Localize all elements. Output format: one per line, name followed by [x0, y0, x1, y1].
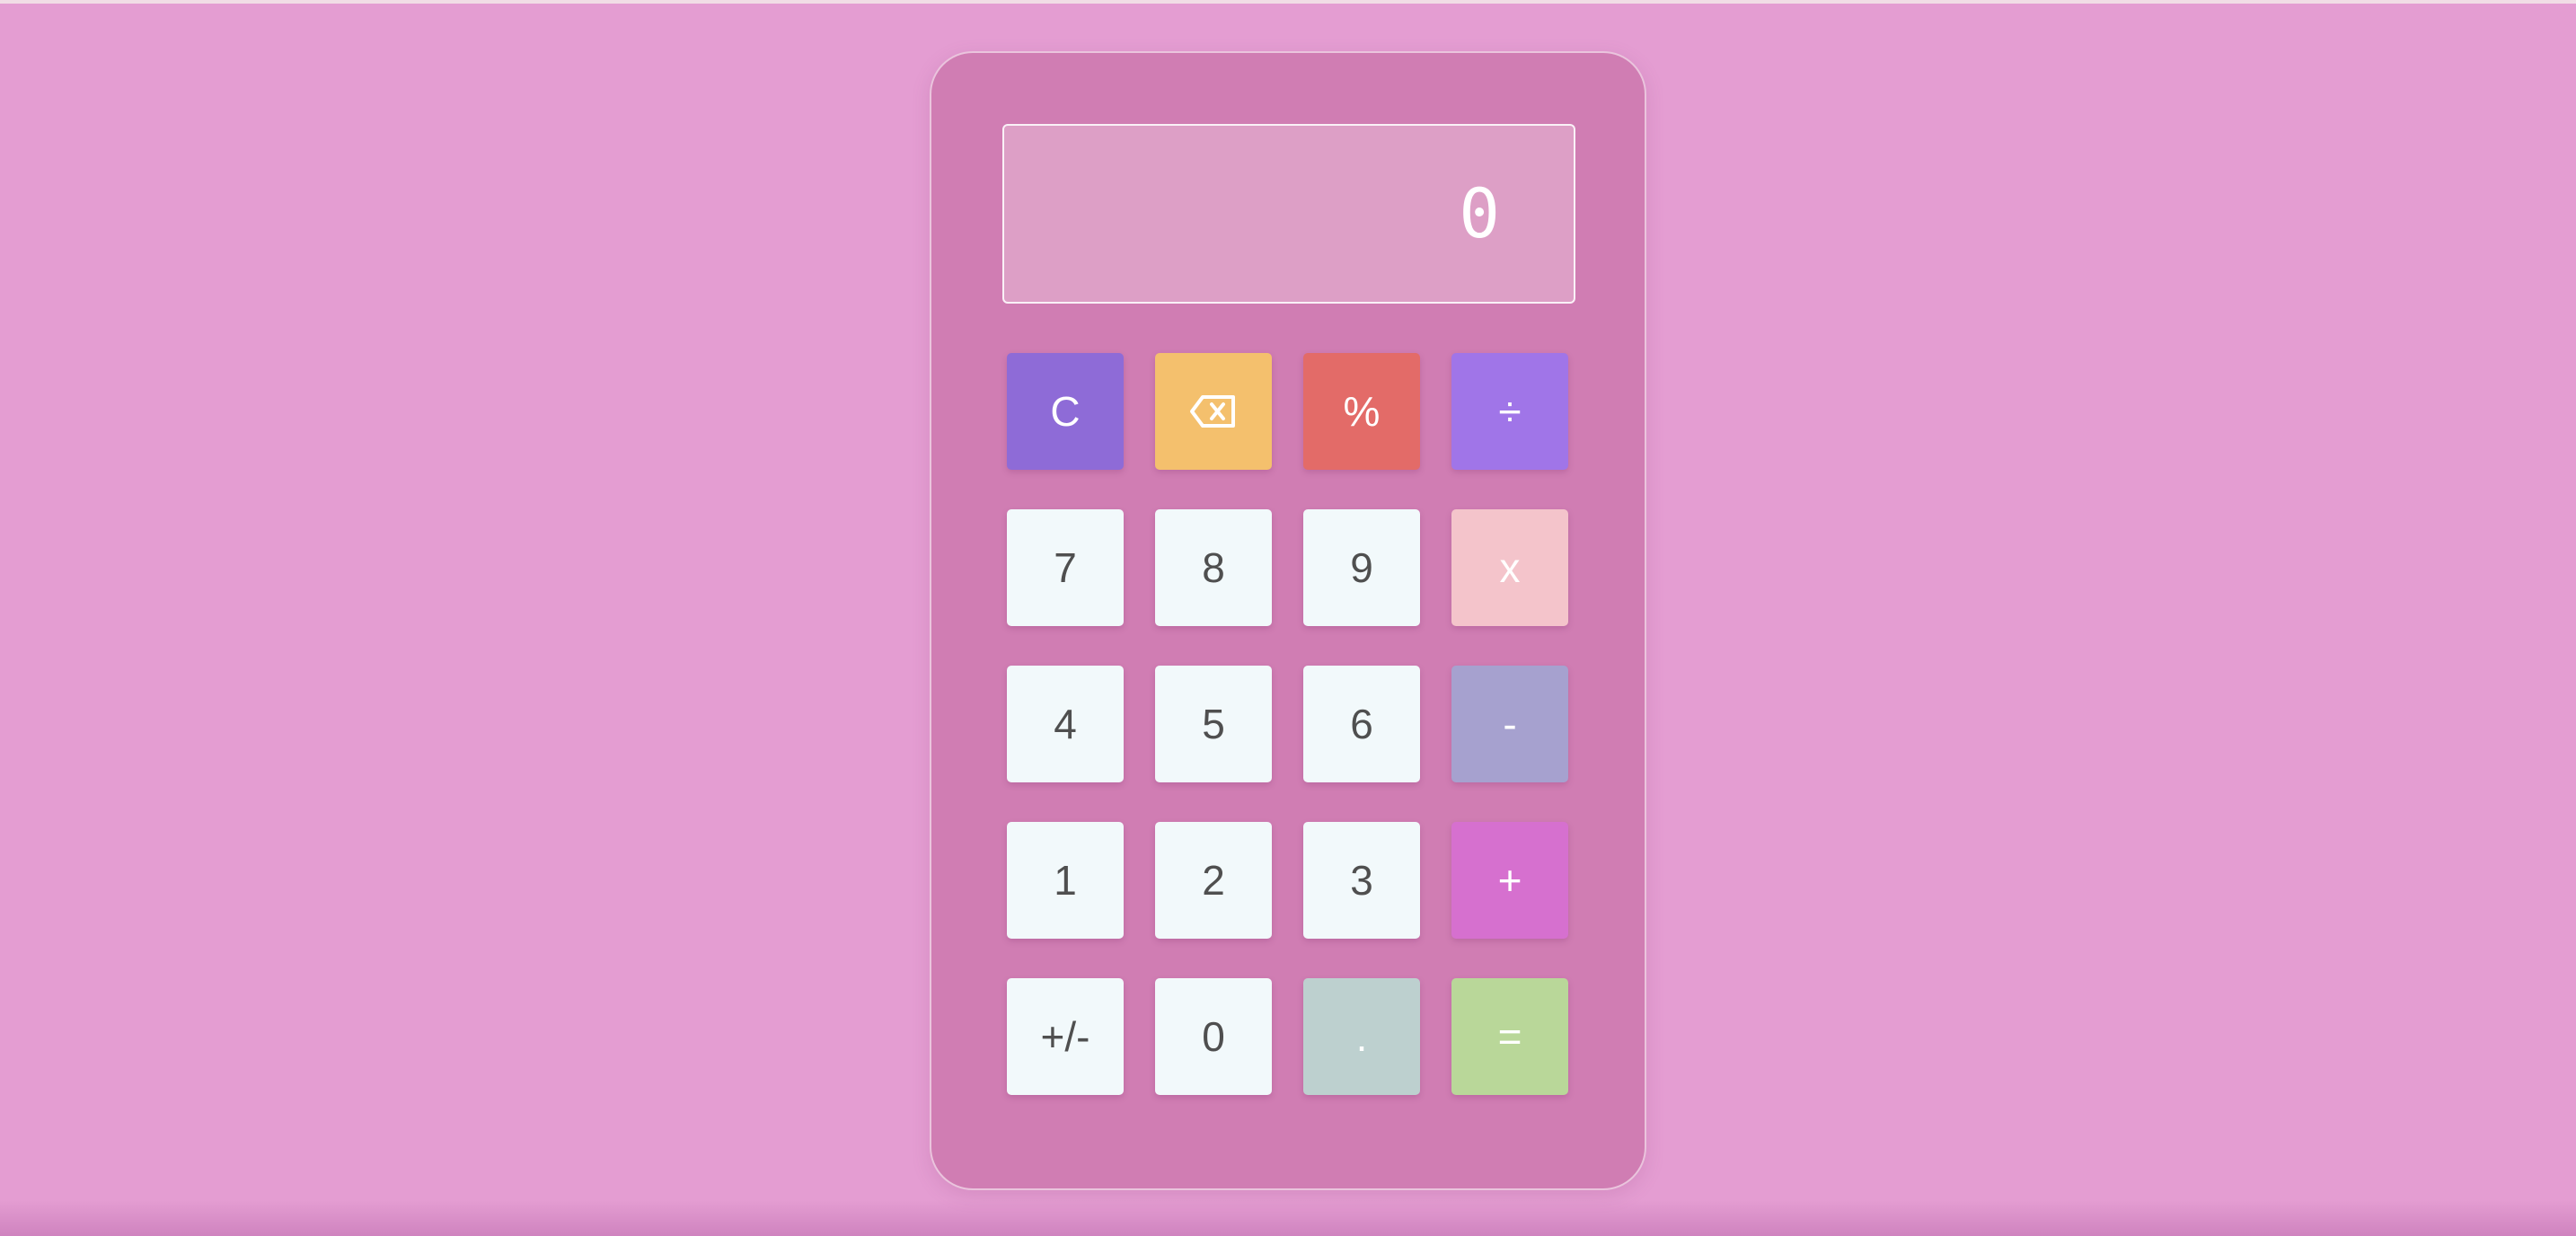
digit-4-label: 4: [1054, 701, 1077, 747]
digit-5-label: 5: [1202, 701, 1225, 747]
subtract-button[interactable]: -: [1451, 666, 1568, 782]
digit-8-button[interactable]: 8: [1155, 509, 1272, 626]
clear-button-label: C: [1050, 388, 1081, 435]
digit-6-button[interactable]: 6: [1303, 666, 1420, 782]
digit-0-label: 0: [1202, 1013, 1225, 1060]
calculator: 0 C % ÷ 7 8 9 x 4 5 6 - 1 2 3 + +/- 0 . …: [930, 51, 1646, 1190]
top-edge-line: [0, 0, 2576, 4]
digit-6-label: 6: [1350, 701, 1373, 747]
percent-button-label: %: [1343, 388, 1381, 435]
digit-1-label: 1: [1054, 857, 1077, 904]
add-button-label: +: [1497, 857, 1522, 904]
digit-9-button[interactable]: 9: [1303, 509, 1420, 626]
digit-5-button[interactable]: 5: [1155, 666, 1272, 782]
digit-2-label: 2: [1202, 857, 1225, 904]
bottom-shadow: [0, 1200, 2576, 1236]
equals-button[interactable]: =: [1451, 978, 1568, 1095]
decimal-button-label: .: [1355, 1013, 1368, 1060]
add-button[interactable]: +: [1451, 822, 1568, 939]
digit-4-button[interactable]: 4: [1007, 666, 1124, 782]
clear-button[interactable]: C: [1007, 353, 1124, 470]
calculator-display: 0: [1002, 124, 1575, 304]
digit-9-label: 9: [1350, 544, 1373, 591]
digit-0-button[interactable]: 0: [1155, 978, 1272, 1095]
multiply-button[interactable]: x: [1451, 509, 1568, 626]
percent-button[interactable]: %: [1303, 353, 1420, 470]
multiply-button-label: x: [1499, 544, 1521, 591]
divide-button-label: ÷: [1498, 388, 1522, 435]
digit-3-button[interactable]: 3: [1303, 822, 1420, 939]
digit-8-label: 8: [1202, 544, 1225, 591]
equals-button-label: =: [1497, 1013, 1522, 1060]
subtract-button-label: -: [1503, 701, 1517, 747]
backspace-button[interactable]: [1155, 353, 1272, 470]
divide-button[interactable]: ÷: [1451, 353, 1568, 470]
digit-2-button[interactable]: 2: [1155, 822, 1272, 939]
negate-button-label: +/-: [1040, 1013, 1090, 1060]
digit-7-button[interactable]: 7: [1007, 509, 1124, 626]
digit-3-label: 3: [1350, 857, 1373, 904]
backspace-icon: [1189, 393, 1238, 429]
decimal-button[interactable]: .: [1303, 978, 1420, 1095]
display-value: 0: [1459, 173, 1500, 253]
negate-button[interactable]: +/-: [1007, 978, 1124, 1095]
digit-7-label: 7: [1054, 544, 1077, 591]
digit-1-button[interactable]: 1: [1007, 822, 1124, 939]
